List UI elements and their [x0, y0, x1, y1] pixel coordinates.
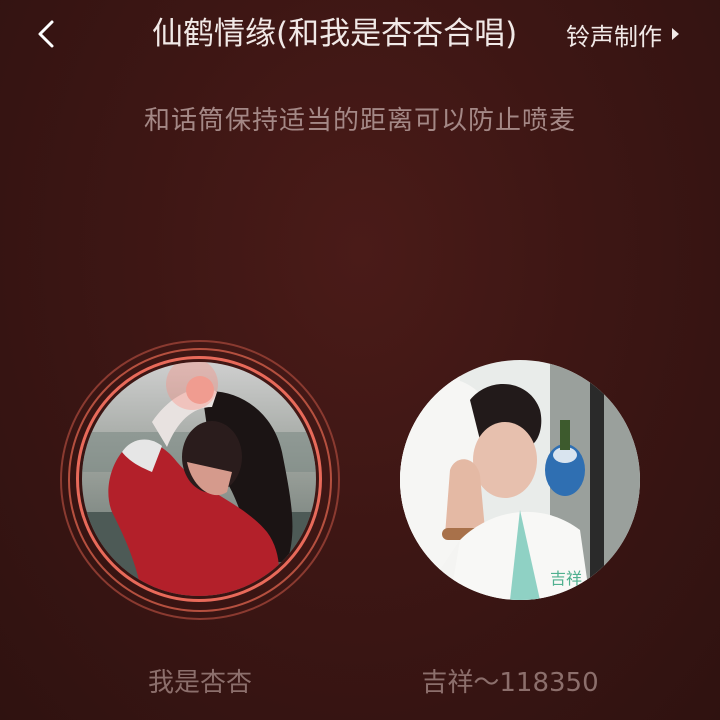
singer-1-photo: [82, 362, 316, 596]
top-bar: 仙鹤情缘(和我是杏杏合唱) 铃声制作: [0, 0, 720, 70]
ringtone-button[interactable]: 铃声制作: [566, 18, 679, 51]
chevron-left-icon: [38, 20, 54, 48]
singer-2[interactable]: 吉祥 吉祥～118350: [400, 360, 640, 698]
ringtone-label: 铃声制作: [566, 22, 662, 51]
microphone-tip: 和话筒保持适当的距离可以防止喷麦: [143, 106, 576, 136]
song-title: 仙鹤情缘(和我是杏杏合唱): [152, 16, 518, 52]
singer-1-avatar[interactable]: [82, 362, 316, 596]
back-button[interactable]: [28, 14, 68, 54]
singer-2-name: 吉祥～118350: [421, 668, 599, 698]
singer-2-avatar[interactable]: 吉祥: [400, 360, 640, 600]
singer-1[interactable]: 我是杏杏: [60, 340, 340, 698]
triangle-right-icon: [672, 28, 679, 40]
singer-2-photo: 吉祥: [400, 360, 640, 600]
singer-2-photo-caption: 吉祥: [550, 569, 582, 588]
singer-1-name: 我是杏杏: [147, 668, 252, 698]
